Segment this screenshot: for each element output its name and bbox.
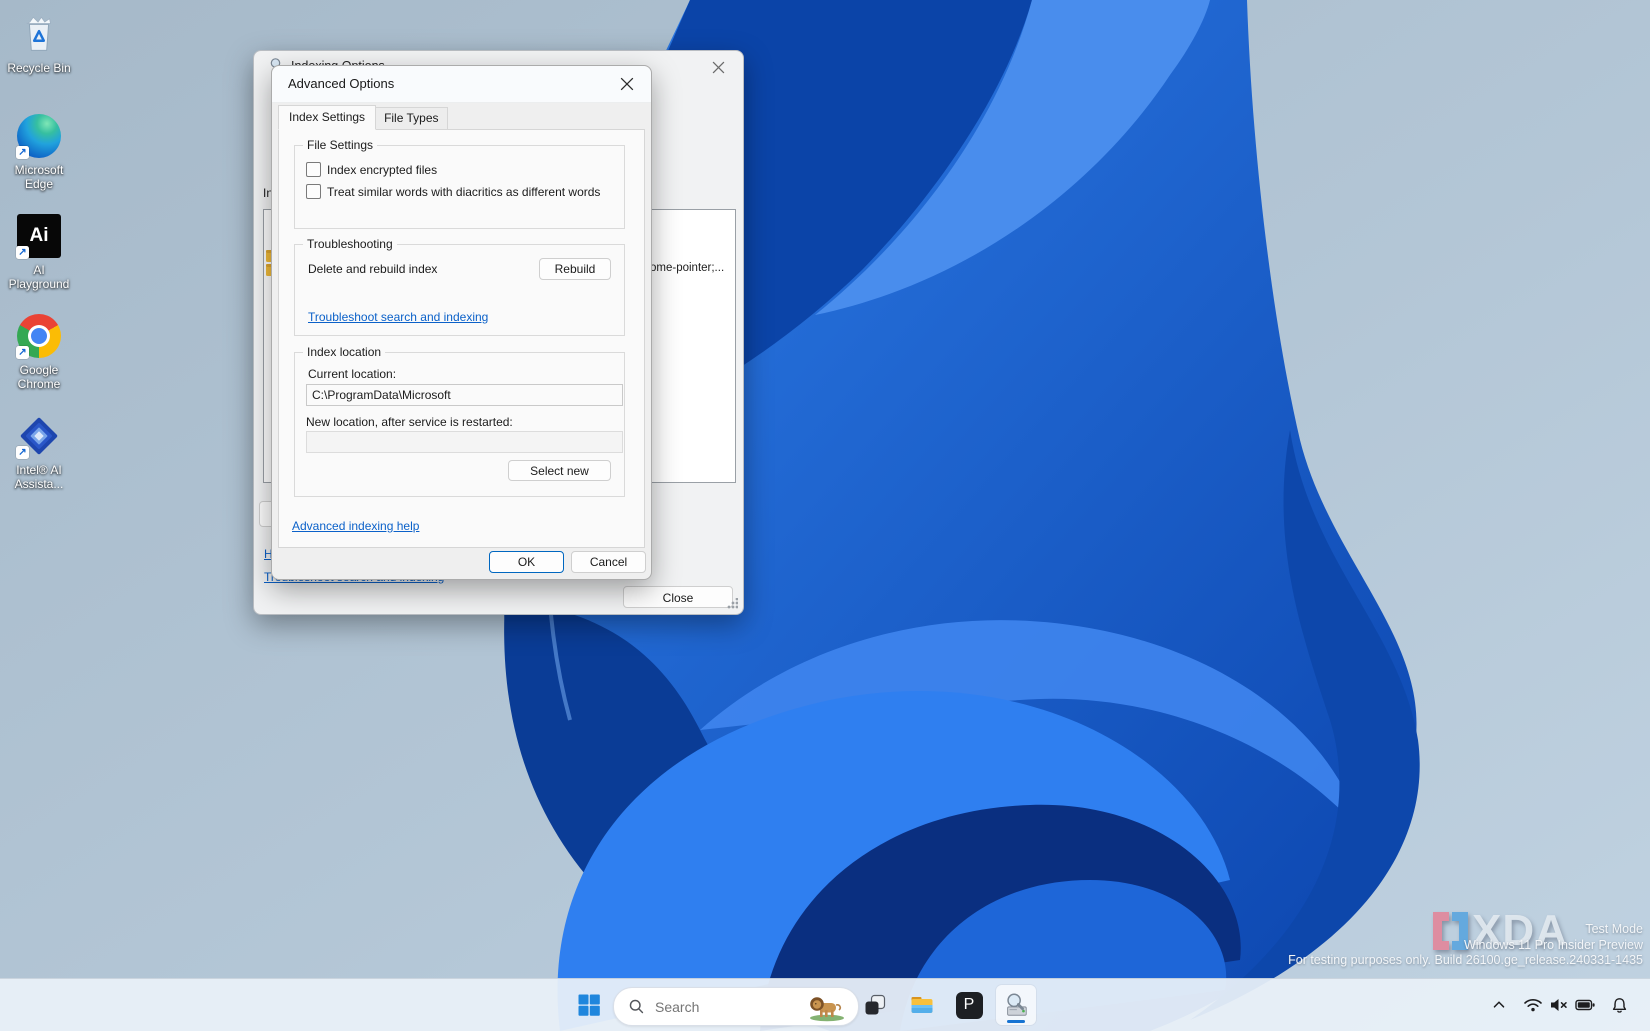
desktop-icon-label: AI Playground xyxy=(2,263,76,291)
tab-file-types[interactable]: File Types xyxy=(375,107,447,130)
index-settings-panel: File Settings Index encrypted files Trea… xyxy=(278,129,645,548)
watermark-line-1: Test Mode xyxy=(1288,922,1643,938)
dialog-title-bar: Advanced Options xyxy=(272,66,651,103)
tray-battery-icon[interactable] xyxy=(1573,993,1597,1017)
app-p-button[interactable]: P xyxy=(949,985,989,1025)
desktop-icon-intel-ai-assistant[interactable]: ↗ Intel® AI Assista... xyxy=(0,412,78,491)
watermark-line-2: Windows 11 Pro Insider Preview xyxy=(1288,938,1643,954)
file-explorer-button[interactable] xyxy=(902,985,942,1025)
checkbox-box[interactable] xyxy=(306,184,321,199)
desktop-icon-ai-playground[interactable]: Ai ↗ AI Playground xyxy=(0,212,78,291)
index-location-group: Index location Current location: New loc… xyxy=(294,352,625,497)
desktop-icon-label: Google Chrome xyxy=(2,363,76,391)
troubleshoot-link[interactable]: Troubleshoot search and indexing xyxy=(308,310,488,324)
wallpaper-bloom xyxy=(0,0,1650,1031)
close-icon[interactable] xyxy=(705,56,731,78)
group-legend: Index location xyxy=(303,345,385,359)
group-legend: File Settings xyxy=(303,138,377,152)
advanced-options-dialog: Advanced Options Index Settings File Typ… xyxy=(271,65,652,580)
delete-rebuild-label: Delete and rebuild index xyxy=(308,262,437,276)
rebuild-button[interactable]: Rebuild xyxy=(539,258,611,280)
desktop-icon-recycle-bin[interactable]: Recycle Bin xyxy=(0,10,78,75)
checkbox-diacritics[interactable]: Treat similar words with diacritics as d… xyxy=(306,184,600,199)
group-legend: Troubleshooting xyxy=(303,237,397,251)
search-input[interactable] xyxy=(653,998,797,1016)
watermark-line-3: For testing purposes only. Build 26100.g… xyxy=(1288,953,1643,969)
tray-notification-bell-icon[interactable] xyxy=(1607,993,1631,1017)
shortcut-arrow-icon: ↗ xyxy=(16,446,29,459)
advanced-indexing-help-link[interactable]: Advanced indexing help xyxy=(292,519,419,533)
desktop-icon-google-chrome[interactable]: ↗ Google Chrome xyxy=(0,312,78,391)
tray-chevron-up-icon[interactable] xyxy=(1487,993,1511,1017)
close-icon[interactable] xyxy=(612,72,642,96)
search-highlight-lion-icon[interactable] xyxy=(806,992,850,1022)
indexing-options-icon xyxy=(1002,991,1030,1019)
tab-index-settings[interactable]: Index Settings xyxy=(278,105,376,130)
file-settings-group: File Settings Index encrypted files Trea… xyxy=(294,145,625,229)
file-explorer-icon xyxy=(909,992,935,1018)
tray-volume-muted-icon[interactable] xyxy=(1547,993,1571,1017)
resize-grip[interactable] xyxy=(726,598,738,610)
shortcut-arrow-icon: ↗ xyxy=(16,146,29,159)
desktop: Recycle Bin ↗ Microsoft Edge Ai ↗ AI Pla… xyxy=(0,0,1650,1031)
app-p-icon: P xyxy=(956,992,983,1019)
cancel-button[interactable]: Cancel xyxy=(571,551,646,573)
active-app-indicator xyxy=(1007,1020,1025,1023)
checkbox-index-encrypted[interactable]: Index encrypted files xyxy=(306,162,437,177)
task-view-icon xyxy=(863,993,887,1017)
windows-logo-icon xyxy=(577,993,601,1017)
taskbar-search-box[interactable] xyxy=(613,987,859,1026)
ok-button[interactable]: OK xyxy=(489,551,564,573)
start-button[interactable] xyxy=(569,985,609,1025)
shortcut-arrow-icon: ↗ xyxy=(16,246,29,259)
indexing-options-taskbar-button[interactable] xyxy=(996,985,1036,1025)
exclude-column-text: ome-pointer;... xyxy=(650,262,724,274)
insider-watermark: Test Mode Windows 11 Pro Insider Preview… xyxy=(1288,922,1643,969)
tab-strip: Index Settings File Types xyxy=(278,108,448,130)
taskbar: P xyxy=(0,978,1650,1031)
checkbox-label: Index encrypted files xyxy=(327,163,437,177)
checkbox-label: Treat similar words with diacritics as d… xyxy=(327,185,600,199)
shortcut-arrow-icon: ↗ xyxy=(16,346,29,359)
troubleshooting-group: Troubleshooting Delete and rebuild index… xyxy=(294,244,625,336)
search-icon xyxy=(628,998,645,1015)
desktop-icon-label: Recycle Bin xyxy=(7,61,70,75)
current-location-label: Current location: xyxy=(308,367,396,381)
dialog-title: Advanced Options xyxy=(288,76,394,91)
desktop-icon-label: Intel® AI Assista... xyxy=(2,463,76,491)
desktop-icon-label: Microsoft Edge xyxy=(2,163,76,191)
desktop-icon-microsoft-edge[interactable]: ↗ Microsoft Edge xyxy=(0,112,78,191)
current-location-field[interactable] xyxy=(306,384,623,406)
task-view-button[interactable] xyxy=(855,985,895,1025)
recycle-bin-icon xyxy=(16,11,62,57)
tray-wifi-icon[interactable] xyxy=(1521,993,1545,1017)
new-location-label: New location, after service is restarted… xyxy=(306,415,513,429)
close-button[interactable]: Close xyxy=(623,586,733,608)
new-location-field[interactable] xyxy=(306,431,623,453)
checkbox-box[interactable] xyxy=(306,162,321,177)
select-new-button[interactable]: Select new xyxy=(508,460,611,481)
